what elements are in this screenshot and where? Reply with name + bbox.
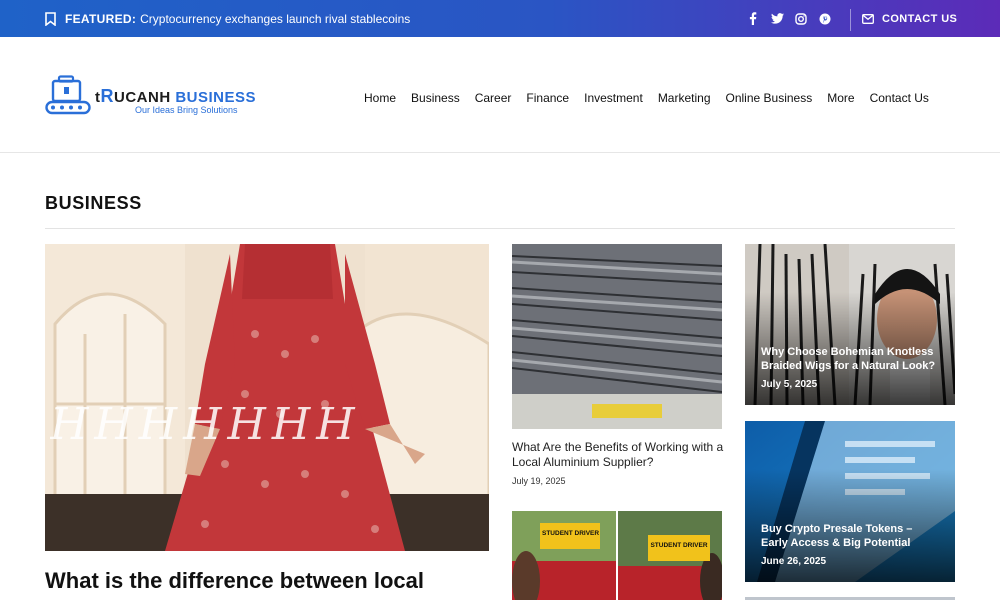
twitter-icon[interactable] xyxy=(770,12,784,26)
aluminium-article-title[interactable]: What Are the Benefits of Working with a … xyxy=(512,440,724,470)
aluminium-article-date: July 19, 2025 xyxy=(512,476,566,486)
feature-watermark: HHHHHHH xyxy=(50,399,361,450)
logo-r: R xyxy=(100,86,114,106)
facebook-icon[interactable] xyxy=(746,12,760,26)
section-title: BUSINESS xyxy=(45,193,142,213)
student-driver-sign-right: STUDENT DRIVER xyxy=(650,542,708,549)
wigs-article-date: July 5, 2025 xyxy=(761,379,818,390)
nav-item-finance[interactable]: Finance xyxy=(526,91,569,105)
crypto-article-date: June 26, 2025 xyxy=(761,556,827,567)
site-header: tRUCANH BUSINESS Our Ideas Bring Solutio… xyxy=(0,37,1000,153)
wigs-article-card[interactable]: Why Choose Bohemian Knotless Braided Wig… xyxy=(745,244,955,405)
nav-item-online-business[interactable]: Online Business xyxy=(726,91,813,105)
nav-item-home[interactable]: Home xyxy=(364,91,396,105)
crypto-article-card[interactable]: Buy Crypto Presale Tokens – Early Access… xyxy=(745,421,955,582)
aluminium-article-image[interactable] xyxy=(512,244,722,429)
student-driver-photo xyxy=(512,511,722,600)
metal-sheets-photo xyxy=(512,244,722,429)
feature-article-title[interactable]: What is the difference between local xyxy=(45,568,424,594)
driving-school-article-image[interactable]: STUDENT DRIVER STUDENT DRIVER xyxy=(512,511,722,600)
logo-wordmark: tRUCANH BUSINESS xyxy=(95,86,256,107)
featured-text[interactable]: Cryptocurrency exchanges launch rival st… xyxy=(140,12,410,26)
nav-item-contact-us[interactable]: Contact Us xyxy=(870,91,929,105)
nav-item-business[interactable]: Business xyxy=(411,91,460,105)
site-logo[interactable]: tRUCANH BUSINESS Our Ideas Bring Solutio… xyxy=(45,75,285,119)
feature-article-image[interactable]: HHHHHHH xyxy=(45,244,489,551)
instagram-icon[interactable] xyxy=(794,12,808,26)
logo-rest: UCANH xyxy=(114,89,171,106)
logo-business: BUSINESS xyxy=(170,89,257,106)
mail-icon xyxy=(862,13,874,24)
section-divider xyxy=(45,228,955,229)
nav-item-marketing[interactable]: Marketing xyxy=(658,91,711,105)
nav-item-more[interactable]: More xyxy=(827,91,854,105)
crypto-article-title[interactable]: Buy Crypto Presale Tokens – Early Access… xyxy=(761,522,941,550)
bookmark-icon xyxy=(45,11,56,26)
nav-item-career[interactable]: Career xyxy=(475,91,512,105)
social-links xyxy=(746,0,832,37)
student-driver-sign-left: STUDENT DRIVER xyxy=(542,530,600,537)
topbar-divider xyxy=(850,9,851,31)
feature-photo xyxy=(45,244,489,551)
main-nav: Home Business Career Finance Investment … xyxy=(364,91,944,105)
wigs-article-title[interactable]: Why Choose Bohemian Knotless Braided Wig… xyxy=(761,345,941,373)
featured-ticker[interactable]: FEATURED: Cryptocurrency exchanges launc… xyxy=(45,0,410,37)
nav-item-investment[interactable]: Investment xyxy=(584,91,643,105)
featured-label: FEATURED: xyxy=(65,11,137,26)
pinterest-icon[interactable] xyxy=(818,12,832,26)
top-bar: FEATURED: Cryptocurrency exchanges launc… xyxy=(0,0,1000,37)
logo-tagline: Our Ideas Bring Solutions xyxy=(135,105,238,115)
contact-us-label: CONTACT US xyxy=(882,12,958,25)
contact-us-link[interactable]: CONTACT US xyxy=(862,0,957,37)
briefcase-conveyor-icon xyxy=(45,75,91,115)
